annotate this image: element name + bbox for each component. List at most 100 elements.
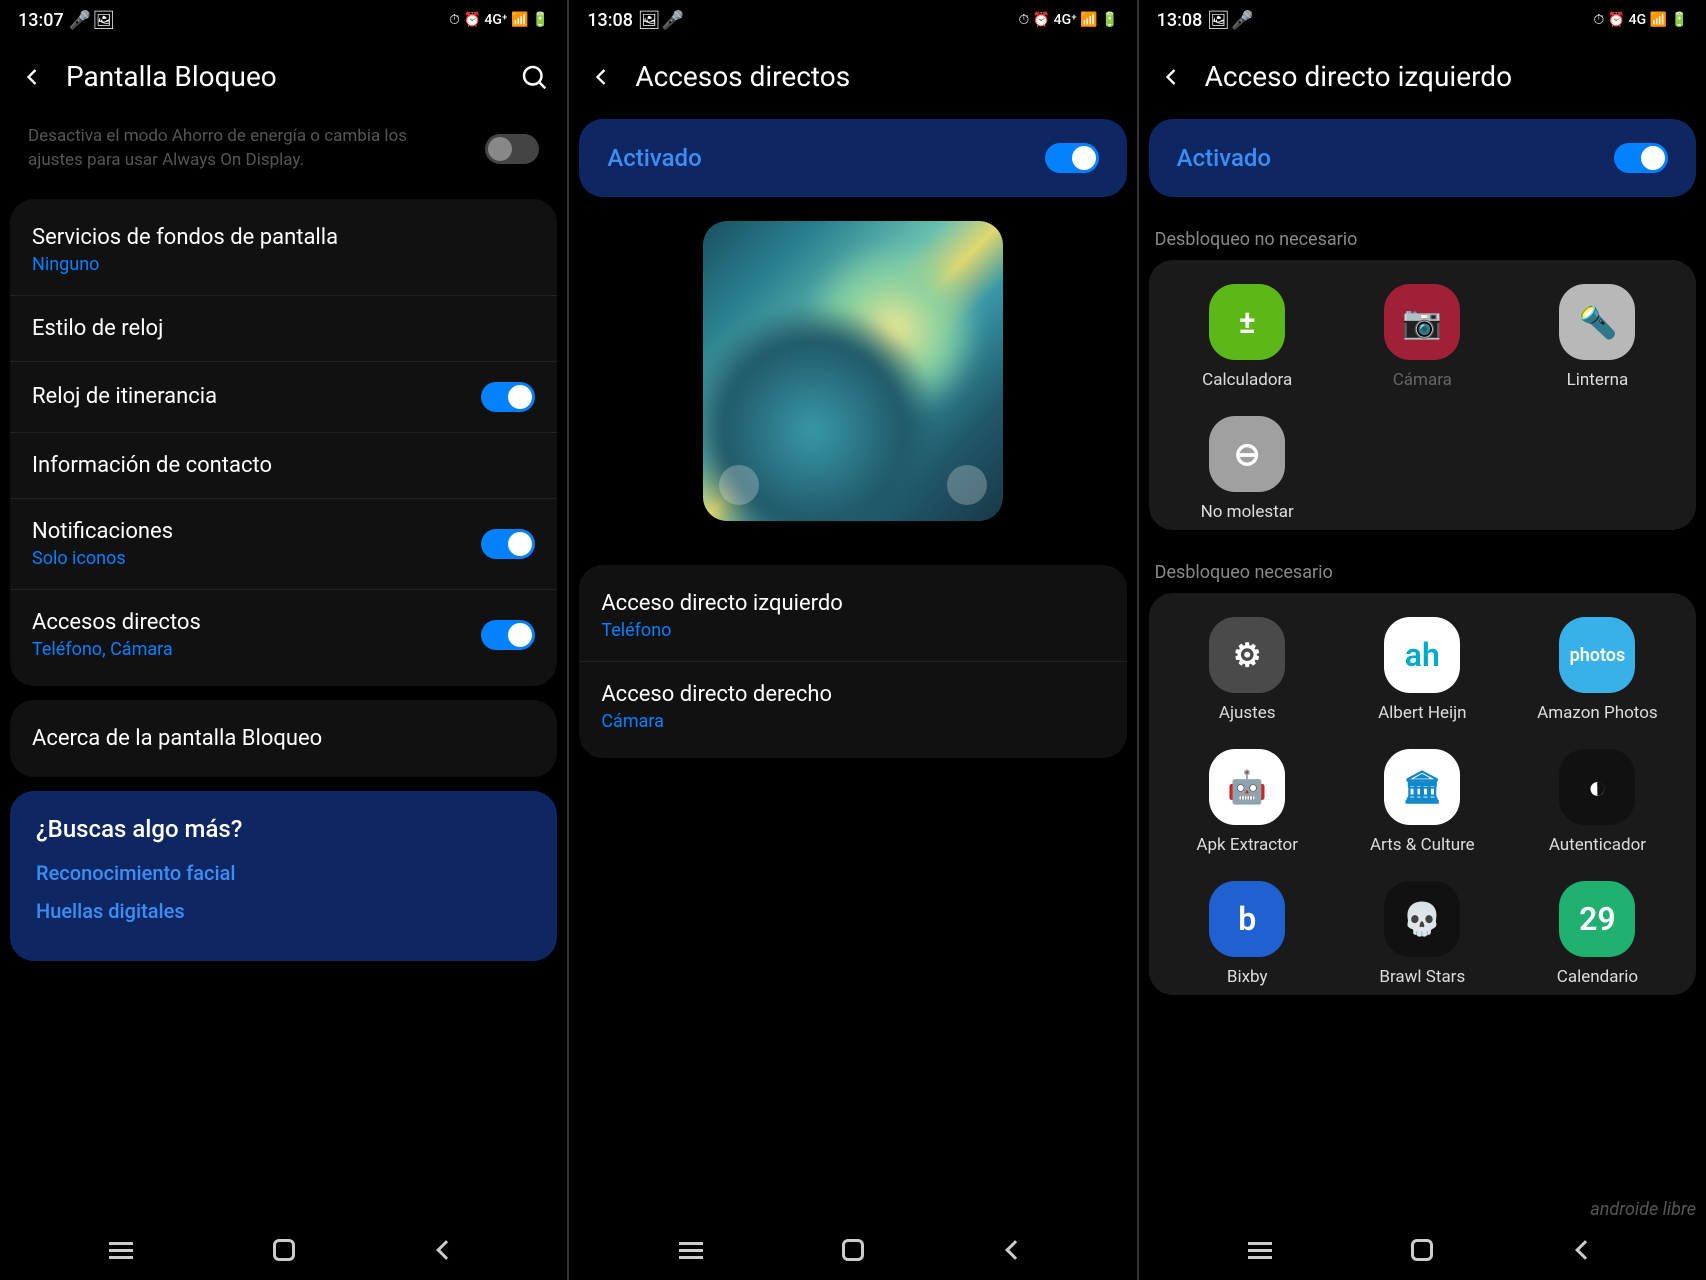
status-time: 13:08: [587, 10, 633, 31]
back-icon[interactable]: [1157, 63, 1185, 91]
app-icon: photos: [1559, 617, 1635, 693]
preview-phone-icon: [719, 465, 759, 505]
group-no-unlock-label: Desbloqueo no necesario: [1139, 211, 1706, 260]
activated-banner: Activado: [579, 119, 1126, 197]
status-time: 13:07: [18, 10, 64, 31]
app-amazon-photos[interactable]: photos Amazon Photos: [1517, 617, 1678, 723]
nav-recent-icon[interactable]: [1244, 1234, 1276, 1266]
app-brawl-stars[interactable]: 💀 Brawl Stars: [1342, 881, 1503, 987]
app-label: Amazon Photos: [1537, 703, 1658, 723]
screen-shortcuts: 13:08 🖼 🎤 ⏱ ⏰ 4G⁺ 📶 🔋 Accesos directos A…: [569, 0, 1136, 1280]
nav-home-icon[interactable]: [1406, 1234, 1438, 1266]
toggle-master[interactable]: [1045, 143, 1099, 173]
nav-bar: [569, 1220, 1136, 1280]
search-icon[interactable]: [519, 62, 549, 92]
app-icon: 29: [1559, 881, 1635, 957]
nav-home-icon[interactable]: [837, 1234, 869, 1266]
app-cámara[interactable]: 📷Cámara: [1342, 284, 1503, 390]
app-icon: ⊖: [1209, 416, 1285, 492]
screen-left-shortcut-picker: 13:08 🖼 🎤 ⏱ ⏰ 4G 📶 🔋 Acceso directo izqu…: [1139, 0, 1706, 1280]
app-no-molestar[interactable]: ⊖ No molestar: [1167, 416, 1328, 522]
app-linterna[interactable]: 🔦 Linterna: [1517, 284, 1678, 390]
status-bar: 13:07 🎤 🖼 ⏱ ⏰ 4G⁺ 📶 🔋: [0, 0, 567, 40]
page-title: Pantalla Bloqueo: [66, 60, 499, 93]
nav-recent-icon[interactable]: [675, 1234, 707, 1266]
app-icon: 🏛: [1384, 749, 1460, 825]
app-grid-unlock: ⚙ Ajustes ah Albert Heijn photos Amazon Photo…: [1149, 593, 1696, 995]
app-label: Calculadora: [1202, 370, 1292, 390]
toggle-shortcuts[interactable]: [481, 620, 535, 650]
back-icon[interactable]: [587, 63, 615, 91]
item-left-shortcut[interactable]: Acceso directo izquierdo Teléfono: [579, 571, 1126, 662]
app-icon: 💀: [1384, 881, 1460, 957]
app-label: Autenticador: [1549, 835, 1646, 855]
status-bar: 13:08 🖼 🎤 ⏱ ⏰ 4G 📶 🔋: [1139, 0, 1706, 40]
app-calculadora[interactable]: ±Calculadora: [1167, 284, 1328, 390]
link-fingerprints[interactable]: Huellas digitales: [36, 899, 531, 923]
item-right-shortcut[interactable]: Acceso directo derecho Cámara: [579, 662, 1126, 752]
app-icon: b: [1209, 881, 1285, 957]
toggle-aod: [485, 134, 539, 164]
app-apk-extractor[interactable]: 🤖Apk Extractor: [1167, 749, 1328, 855]
nav-recent-icon[interactable]: [105, 1234, 137, 1266]
item-always-on-display: Desactiva el modo Ahorro de energía o ca…: [10, 113, 557, 185]
app-icon: 🔦: [1559, 284, 1635, 360]
status-right-icons: ⏱ ⏰ 4G 📶 🔋: [1593, 12, 1688, 28]
toggle-master[interactable]: [1614, 143, 1668, 173]
app-label: Bixby: [1227, 967, 1268, 987]
item-clock-style[interactable]: Estilo de reloj: [10, 296, 557, 362]
app-label: Brawl Stars: [1379, 967, 1465, 987]
activated-banner: Activado: [1149, 119, 1696, 197]
app-label: Ajustes: [1219, 703, 1276, 723]
app-icon: ah: [1384, 617, 1460, 693]
status-bar: 13:08 🖼 🎤 ⏱ ⏰ 4G⁺ 📶 🔋: [569, 0, 1136, 40]
app-label: Albert Heijn: [1378, 703, 1466, 723]
app-label: Linterna: [1567, 370, 1629, 390]
app-icon: ◐: [1559, 749, 1635, 825]
status-right-icons: ⏱ ⏰ 4G⁺ 📶 🔋: [449, 12, 549, 28]
app-label: Apk Extractor: [1196, 835, 1298, 855]
header: Accesos directos: [569, 40, 1136, 113]
app-label: Cámara: [1393, 370, 1452, 390]
item-notifications[interactable]: Notificaciones Solo iconos: [10, 499, 557, 590]
nav-bar: [0, 1220, 567, 1280]
watermark: androide libre: [1590, 1199, 1696, 1220]
activated-label: Activado: [1177, 144, 1271, 172]
back-icon[interactable]: [18, 63, 46, 91]
app-albert-heijn[interactable]: ah Albert Heijn: [1342, 617, 1503, 723]
app-arts-&-culture[interactable]: 🏛Arts & Culture: [1342, 749, 1503, 855]
item-roaming-clock[interactable]: Reloj de itinerancia: [10, 362, 557, 433]
lockscreen-preview: [579, 211, 1126, 551]
app-grid-no-unlock: ±Calculadora📷Cámara 🔦 Linterna ⊖ No molestar: [1149, 260, 1696, 530]
item-shortcuts[interactable]: Accesos directos Teléfono, Cámara: [10, 590, 557, 680]
nav-home-icon[interactable]: [268, 1234, 300, 1266]
nav-back-icon[interactable]: [999, 1234, 1031, 1266]
image-icon: 🖼: [641, 12, 657, 28]
group-unlock-label: Desbloqueo necesario: [1139, 544, 1706, 593]
app-label: Calendario: [1557, 967, 1638, 987]
activated-label: Activado: [607, 144, 701, 172]
link-facial-recognition[interactable]: Reconocimiento facial: [36, 861, 531, 885]
mic-icon: 🎤: [1234, 12, 1250, 28]
item-wallpaper-services[interactable]: Servicios de fondos de pantalla Ninguno: [10, 205, 557, 296]
header: Pantalla Bloqueo: [0, 40, 567, 113]
app-calendario[interactable]: 29 Calendario: [1517, 881, 1678, 987]
toggle-roaming-clock[interactable]: [481, 382, 535, 412]
screen-lockscreen-settings: 13:07 🎤 🖼 ⏱ ⏰ 4G⁺ 📶 🔋 Pantalla Bloqueo D…: [0, 0, 567, 1280]
toggle-notifications[interactable]: [481, 529, 535, 559]
app-autenticador[interactable]: ◐ Autenticador: [1517, 749, 1678, 855]
item-contact-info[interactable]: Información de contacto: [10, 433, 557, 499]
app-label: No molestar: [1201, 502, 1294, 522]
image-icon: 🖼: [1210, 12, 1226, 28]
tip-section: ¿Buscas algo más? Reconocimiento facial …: [10, 791, 557, 961]
mic-icon: 🎤: [72, 12, 88, 28]
tip-title: ¿Buscas algo más?: [36, 815, 531, 843]
nav-back-icon[interactable]: [1569, 1234, 1601, 1266]
app-bixby[interactable]: b Bixby: [1167, 881, 1328, 987]
app-ajustes[interactable]: ⚙ Ajustes: [1167, 617, 1328, 723]
app-icon: ⚙: [1209, 617, 1285, 693]
nav-back-icon[interactable]: [430, 1234, 462, 1266]
header: Acceso directo izquierdo: [1139, 40, 1706, 113]
item-about-lockscreen[interactable]: Acerca de la pantalla Bloqueo: [10, 706, 557, 771]
image-icon: 🖼: [96, 12, 112, 28]
